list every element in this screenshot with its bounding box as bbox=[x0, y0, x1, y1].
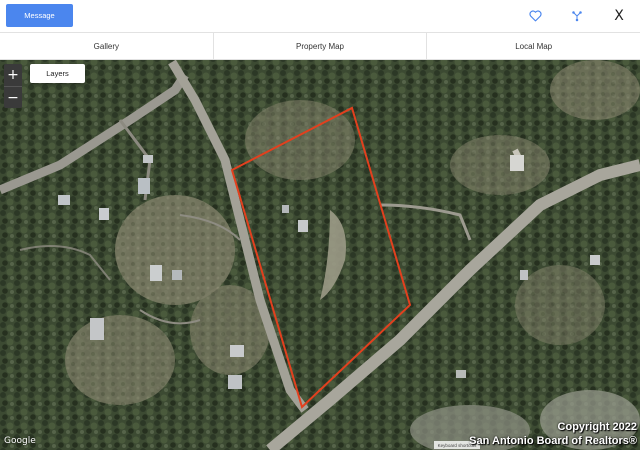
copyright-line-1: Copyright 2022 bbox=[557, 421, 637, 433]
google-logo[interactable]: Google bbox=[4, 436, 36, 446]
share-icon[interactable] bbox=[570, 9, 584, 23]
zoom-control: + − bbox=[4, 64, 22, 108]
close-icon[interactable]: X bbox=[612, 8, 626, 24]
layers-button[interactable]: Layers bbox=[30, 64, 85, 83]
satellite-imagery bbox=[0, 60, 640, 450]
tab-property-map[interactable]: Property Map bbox=[214, 33, 428, 59]
satellite-map[interactable] bbox=[0, 60, 640, 450]
message-button[interactable]: Message bbox=[6, 4, 73, 27]
tab-local-map[interactable]: Local Map bbox=[427, 33, 640, 59]
tab-gallery[interactable]: Gallery bbox=[0, 33, 214, 59]
zoom-out-button[interactable]: − bbox=[4, 86, 22, 108]
zoom-in-button[interactable]: + bbox=[4, 64, 22, 86]
copyright-line-2: San Antonio Board of Realtors® bbox=[469, 435, 637, 447]
copyright-notice: Copyright 2022 San Antonio Board of Real… bbox=[469, 420, 637, 448]
tab-bar: Gallery Property Map Local Map bbox=[0, 32, 640, 60]
heart-icon[interactable] bbox=[528, 9, 542, 23]
top-bar: Message X bbox=[0, 0, 640, 32]
